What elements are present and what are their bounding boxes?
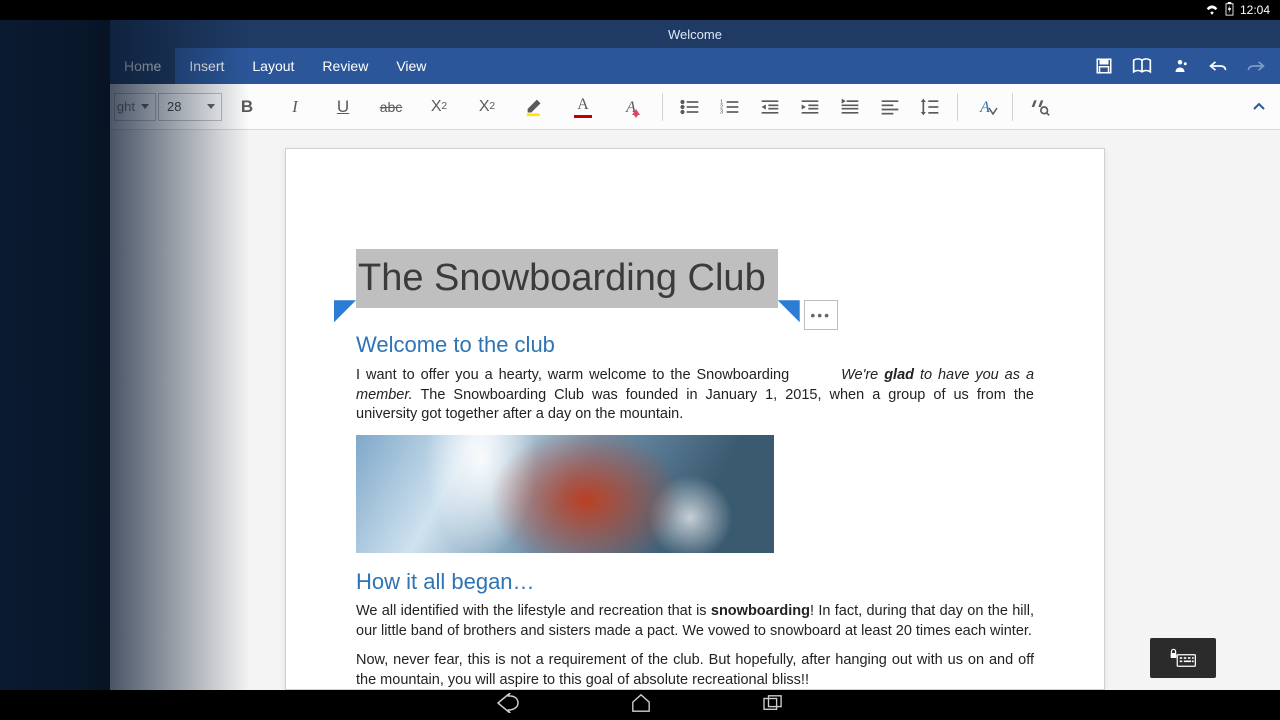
decrease-indent-button[interactable] — [751, 88, 789, 126]
underline-button[interactable]: U — [320, 88, 366, 126]
tab-layout[interactable]: Layout — [238, 48, 308, 84]
highlight-button[interactable] — [512, 88, 558, 126]
paragraph[interactable]: I want to offer you a hearty, warm welco… — [356, 366, 1034, 425]
line-spacing-button[interactable] — [911, 88, 949, 126]
special-indent-button[interactable] — [831, 88, 869, 126]
heading-text: The Snowboarding Club — [358, 257, 766, 299]
home-icon[interactable] — [630, 693, 652, 718]
font-size-value: 28 — [167, 99, 181, 114]
document-heading-selected[interactable]: The Snowboarding Club ••• — [356, 249, 778, 308]
battery-charging-icon — [1225, 2, 1234, 19]
reading-view-icon[interactable] — [1132, 56, 1152, 76]
document-canvas[interactable]: The Snowboarding Club ••• Welcome to the… — [110, 130, 1280, 690]
font-name-dropdown[interactable]: ght — [114, 93, 156, 121]
wifi-icon — [1205, 3, 1219, 18]
clear-formatting-button[interactable]: A — [608, 88, 654, 126]
bold-button[interactable]: B — [224, 88, 270, 126]
strikethrough-button[interactable]: abc — [368, 88, 414, 126]
font-name-value: ght — [117, 99, 135, 114]
save-icon[interactable] — [1094, 56, 1114, 76]
font-color-button[interactable]: A — [560, 88, 606, 126]
undo-icon[interactable] — [1208, 56, 1228, 76]
heading-welcome[interactable]: Welcome to the club — [356, 330, 1034, 360]
paragraph[interactable]: Now, never fear, this is not a requireme… — [356, 651, 1034, 690]
ribbon-expand-button[interactable] — [1242, 88, 1276, 126]
ribbon-actions — [1094, 48, 1280, 84]
numbered-list-button[interactable]: 123 — [711, 88, 749, 126]
subscript-button[interactable]: X2 — [416, 88, 462, 126]
toolbar-separator — [1012, 93, 1013, 121]
window-title-bar: Welcome — [110, 20, 1280, 48]
ellipsis-icon: ••• — [810, 306, 831, 325]
android-status-bar: 12:04 — [0, 0, 1280, 20]
tab-label: Home — [124, 58, 161, 74]
tab-home[interactable]: Home — [110, 48, 175, 84]
tab-label: Review — [322, 58, 368, 74]
context-menu-button[interactable]: ••• — [804, 300, 838, 330]
styles-button[interactable]: A — [966, 88, 1004, 126]
inline-image-snowboarder[interactable] — [356, 435, 774, 553]
document-title: Welcome — [668, 27, 722, 42]
heading-how-it-began[interactable]: How it all began… — [356, 567, 1034, 597]
ribbon: Home Insert Layout Review View — [110, 48, 1280, 84]
share-icon[interactable] — [1170, 56, 1190, 76]
formatting-toolbar: ght 28 B I U abc X2 X2 A A 123 — [110, 84, 1280, 130]
tab-label: Insert — [189, 58, 224, 74]
increase-indent-button[interactable] — [791, 88, 829, 126]
svg-text:3: 3 — [720, 109, 723, 115]
back-icon[interactable] — [496, 693, 520, 718]
tab-insert[interactable]: Insert — [175, 48, 238, 84]
status-time: 12:04 — [1240, 3, 1270, 17]
italic-button[interactable]: I — [272, 88, 318, 126]
tab-label: Layout — [252, 58, 294, 74]
redo-icon[interactable] — [1246, 56, 1266, 76]
superscript-button[interactable]: X2 — [464, 88, 510, 126]
tab-label: View — [396, 58, 426, 74]
recent-apps-icon[interactable] — [762, 694, 784, 717]
ribbon-tabs: Home Insert Layout Review View — [110, 48, 440, 84]
chevron-down-icon — [207, 104, 215, 109]
tab-review[interactable]: Review — [308, 48, 382, 84]
toolbar-separator — [957, 93, 958, 121]
selection-handle-start[interactable] — [334, 300, 356, 322]
keyboard-lock-button[interactable] — [1150, 638, 1216, 678]
font-size-dropdown[interactable]: 28 — [158, 93, 222, 121]
alignment-button[interactable] — [871, 88, 909, 126]
android-nav-bar — [0, 690, 1280, 720]
toolbar-separator — [662, 93, 663, 121]
selection-handle-end[interactable] — [778, 300, 800, 322]
paragraph[interactable]: We all identified with the lifestyle and… — [356, 602, 1034, 641]
chevron-down-icon — [141, 104, 149, 109]
tab-view[interactable]: View — [382, 48, 440, 84]
find-button[interactable] — [1021, 88, 1059, 126]
bulleted-list-button[interactable] — [671, 88, 709, 126]
document-page[interactable]: The Snowboarding Club ••• Welcome to the… — [285, 148, 1105, 690]
